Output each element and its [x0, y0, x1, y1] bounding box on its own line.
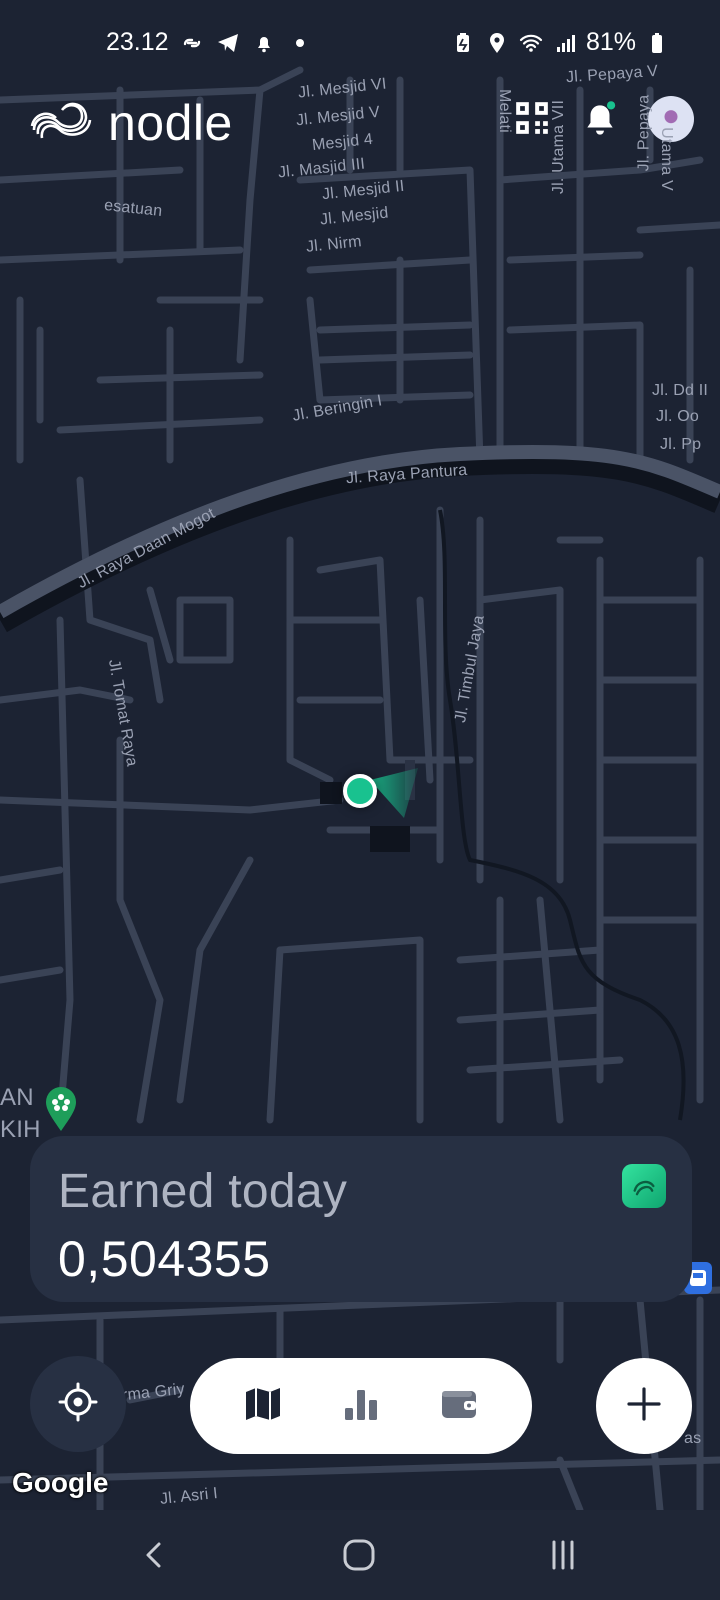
- recents-icon: [546, 1538, 580, 1577]
- notifications-button[interactable]: [578, 98, 622, 142]
- link-icon: [179, 30, 205, 56]
- brand: nodle: [28, 96, 233, 150]
- crosshair-icon: [58, 1382, 98, 1427]
- earned-today-card[interactable]: Earned today 0,504355: [30, 1136, 692, 1302]
- map-label: Melati: [495, 89, 513, 133]
- bell-icon: [581, 99, 619, 142]
- qr-code-button[interactable]: [510, 98, 554, 142]
- dot-icon: [287, 30, 313, 56]
- plus-icon: [624, 1384, 664, 1429]
- map-icon: [243, 1384, 283, 1429]
- brand-name: nodle: [108, 95, 233, 151]
- home-button[interactable]: [334, 1532, 384, 1582]
- map-pin-icon[interactable]: [44, 1086, 78, 1132]
- qr-code-icon: [513, 99, 551, 142]
- location-icon: [484, 30, 510, 56]
- map-label: Utama V: [657, 127, 675, 191]
- map-label: Jl. Pp: [660, 436, 702, 453]
- wifi-icon: [518, 30, 544, 56]
- map-label: AN: [0, 1084, 34, 1111]
- telegram-icon: [215, 30, 241, 56]
- map-label: as: [684, 1430, 702, 1447]
- map-label: Jl. Utama VII: [550, 99, 568, 195]
- map-label: Jl. Oo: [656, 408, 699, 425]
- signal-icon: [552, 30, 578, 56]
- home-icon: [342, 1538, 376, 1577]
- notification-bell-icon: [251, 30, 277, 56]
- nav-wallet[interactable]: [429, 1376, 489, 1436]
- recents-button[interactable]: [538, 1532, 588, 1582]
- system-nav-bar: [0, 1510, 720, 1600]
- nav-map[interactable]: [233, 1376, 293, 1436]
- earned-value: 0,504355: [58, 1231, 271, 1287]
- map-label: Jl. Dd II: [652, 382, 709, 399]
- google-attribution: Google: [12, 1467, 109, 1498]
- map-label: Jl. Pepaya: [635, 94, 653, 172]
- battery-saver-icon: [450, 30, 476, 56]
- bottom-nav: [190, 1358, 532, 1454]
- nodle-logo-icon: [28, 96, 94, 150]
- battery-icon: [644, 30, 670, 56]
- add-button[interactable]: [596, 1358, 692, 1454]
- status-right: 81%: [450, 28, 670, 57]
- current-location-marker: [343, 774, 377, 808]
- heading-cone: [370, 768, 418, 818]
- nav-stats[interactable]: [331, 1376, 391, 1436]
- locate-me-button[interactable]: [30, 1356, 126, 1452]
- wallet-icon: [439, 1384, 479, 1429]
- status-time: 23.12: [106, 28, 169, 56]
- back-button[interactable]: [130, 1532, 180, 1582]
- map-label: KIH: [0, 1116, 41, 1143]
- back-icon: [140, 1540, 170, 1575]
- nodle-token-icon: [622, 1164, 666, 1208]
- bar-chart-icon: [341, 1384, 381, 1429]
- status-left: 23.12: [106, 28, 313, 57]
- earned-label: Earned today: [58, 1165, 348, 1218]
- battery-percent: 81%: [585, 28, 636, 56]
